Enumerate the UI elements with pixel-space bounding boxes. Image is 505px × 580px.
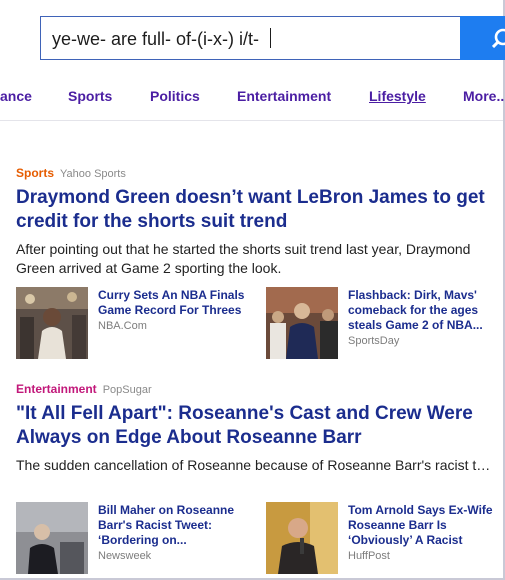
related-story[interactable]: Curry Sets An NBA Finals Game Record For…: [16, 287, 246, 361]
related-thumbnail: [266, 502, 338, 574]
nav-item-lifestyle[interactable]: Lifestyle: [369, 88, 426, 104]
story-source: PopSugar: [102, 384, 152, 396]
story-meta: Entertainment PopSugar: [16, 382, 496, 398]
nav-item-sports[interactable]: Sports: [68, 88, 112, 104]
related-story[interactable]: Bill Maher on Roseanne Barr's Racist Twe…: [16, 502, 246, 576]
search-input[interactable]: [52, 27, 452, 51]
nav-divider: [0, 120, 503, 121]
text-caret: [270, 28, 271, 48]
story-category[interactable]: Entertainment: [16, 382, 97, 396]
related-source: Newsweek: [98, 550, 152, 562]
related-story[interactable]: Tom Arnold Says Ex-Wife Roseanne Barr Is…: [266, 502, 496, 576]
nav-item-more[interactable]: More...: [463, 88, 505, 104]
search-bar: [40, 16, 505, 62]
search-icon: [492, 28, 505, 48]
story-summary: After pointing out that he started the s…: [16, 241, 471, 276]
story-headline[interactable]: "It All Fell Apart": Roseanne's Cast and…: [16, 402, 496, 450]
category-nav: ance Sports Politics Entertainment Lifes…: [0, 88, 505, 108]
related-title[interactable]: Tom Arnold Says Ex-Wife Roseanne Barr Is…: [348, 503, 498, 548]
related-title[interactable]: Flashback: Dirk, Mavs' comeback for the …: [348, 288, 498, 333]
story-meta: Sports Yahoo Sports: [16, 166, 496, 182]
search-button[interactable]: [460, 16, 505, 60]
related-story[interactable]: Flashback: Dirk, Mavs' comeback for the …: [266, 287, 496, 361]
nav-item-entertainment[interactable]: Entertainment: [237, 88, 331, 104]
related-title[interactable]: Bill Maher on Roseanne Barr's Racist Twe…: [98, 503, 248, 548]
story-source: Yahoo Sports: [60, 168, 126, 180]
search-box[interactable]: [40, 16, 460, 60]
story-card: Sports Yahoo Sports Draymond Green doesn’…: [16, 166, 496, 278]
related-source: SportsDay: [348, 335, 400, 347]
nav-item-finance[interactable]: ance: [0, 88, 32, 104]
story-category[interactable]: Sports: [16, 166, 54, 180]
nav-item-politics[interactable]: Politics: [150, 88, 200, 104]
story-headline[interactable]: Draymond Green doesn’t want LeBron James…: [16, 186, 496, 234]
related-source: NBA.Com: [98, 320, 147, 332]
story-card: Entertainment PopSugar "It All Fell Apart…: [16, 382, 496, 475]
related-thumbnail: [16, 287, 88, 359]
story-summary: The sudden cancellation of Roseanne beca…: [16, 457, 496, 473]
related-thumbnail: [16, 502, 88, 574]
related-thumbnail: [266, 287, 338, 359]
related-source: HuffPost: [348, 550, 390, 562]
related-title[interactable]: Curry Sets An NBA Finals Game Record For…: [98, 288, 248, 318]
